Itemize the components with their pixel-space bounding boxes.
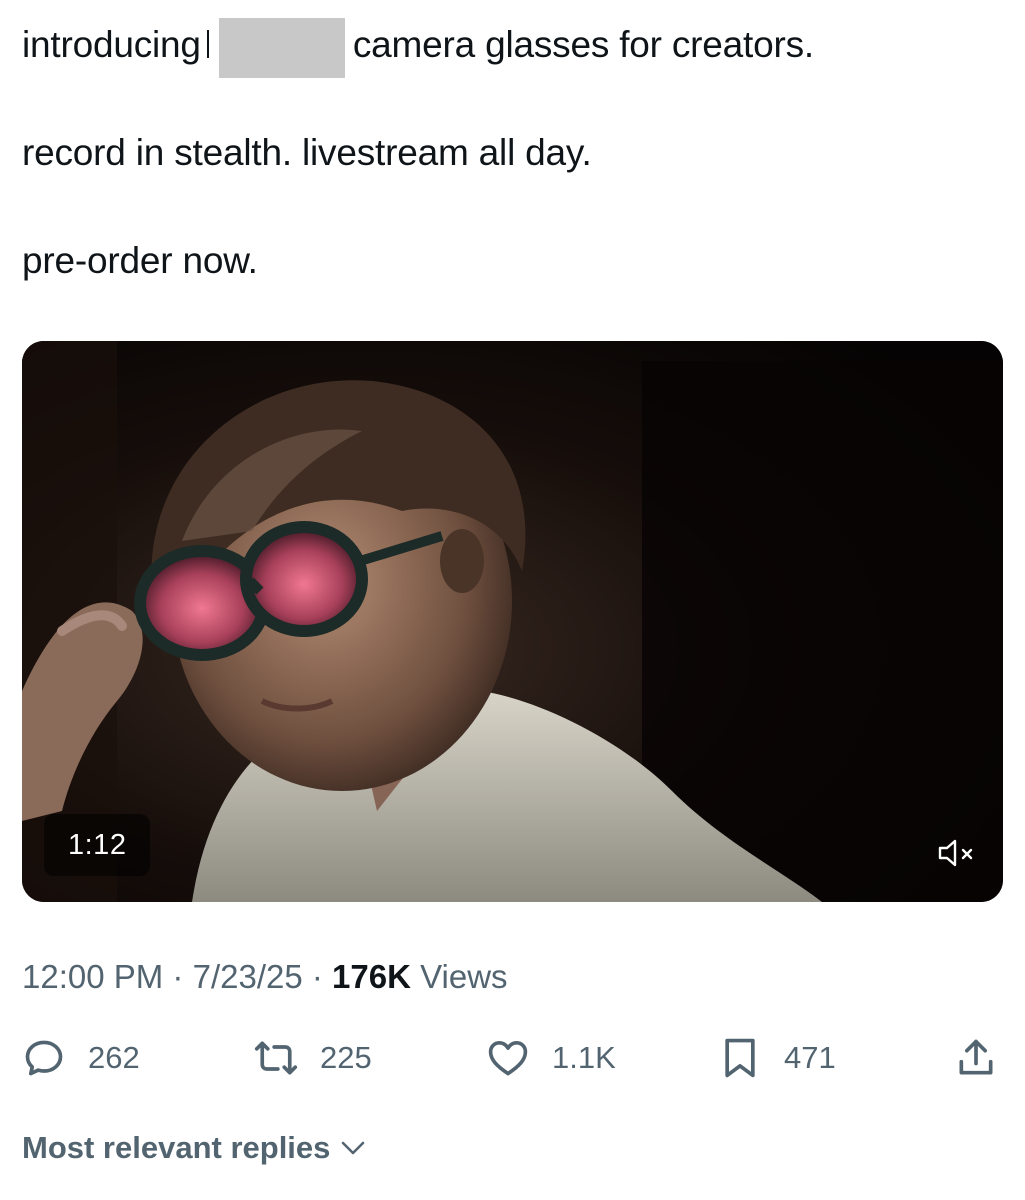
replies-sort-dropdown[interactable]: Most relevant replies bbox=[22, 1130, 368, 1166]
post-line-1-end: camera glasses for creators. bbox=[352, 24, 814, 65]
post-time[interactable]: 12:00 PM bbox=[22, 958, 163, 995]
redaction-edge bbox=[206, 30, 209, 58]
post-line-3: pre-order now. bbox=[22, 240, 258, 281]
bookmark-icon bbox=[725, 1038, 755, 1078]
bookmark-button[interactable]: 471 bbox=[718, 1030, 836, 1086]
post-metadata: 12:00 PM · 7/23/25 · 176K Views bbox=[22, 958, 508, 996]
video-duration-badge: 1:12 bbox=[44, 814, 151, 876]
video-player[interactable]: 1:12 bbox=[22, 341, 1003, 902]
repost-button[interactable]: 225 bbox=[254, 1030, 372, 1086]
post-line-1: introducing camera glasses for creators. bbox=[22, 18, 814, 78]
bookmark-count: 471 bbox=[784, 1040, 836, 1075]
meta-separator: · bbox=[311, 958, 323, 995]
replies-sort-label: Most relevant replies bbox=[22, 1130, 331, 1165]
like-button[interactable]: 1.1K bbox=[486, 1030, 616, 1086]
like-count: 1.1K bbox=[552, 1040, 616, 1075]
post-line-1-start: introducing bbox=[22, 24, 201, 65]
views-label: Views bbox=[420, 958, 508, 995]
video-frame bbox=[22, 341, 1003, 902]
redaction-box bbox=[218, 18, 345, 78]
reply-icon bbox=[25, 1040, 63, 1076]
chevron-down-icon bbox=[342, 1141, 365, 1155]
post-date[interactable]: 7/23/25 bbox=[193, 958, 303, 995]
repost-count: 225 bbox=[320, 1040, 372, 1075]
meta-separator: · bbox=[172, 958, 184, 995]
share-button[interactable] bbox=[954, 1030, 1020, 1086]
share-icon bbox=[959, 1039, 993, 1075]
post-line-2: record in stealth. livestream all day. bbox=[22, 132, 592, 173]
speaker-muted-icon[interactable] bbox=[937, 838, 977, 868]
repost-icon bbox=[254, 1041, 298, 1075]
reply-count: 262 bbox=[88, 1040, 140, 1075]
views-count: 176K bbox=[332, 958, 411, 995]
heart-icon bbox=[488, 1040, 528, 1076]
reply-button[interactable]: 262 bbox=[22, 1030, 140, 1086]
action-bar: 262 225 1.1K 471 bbox=[22, 1030, 1003, 1086]
